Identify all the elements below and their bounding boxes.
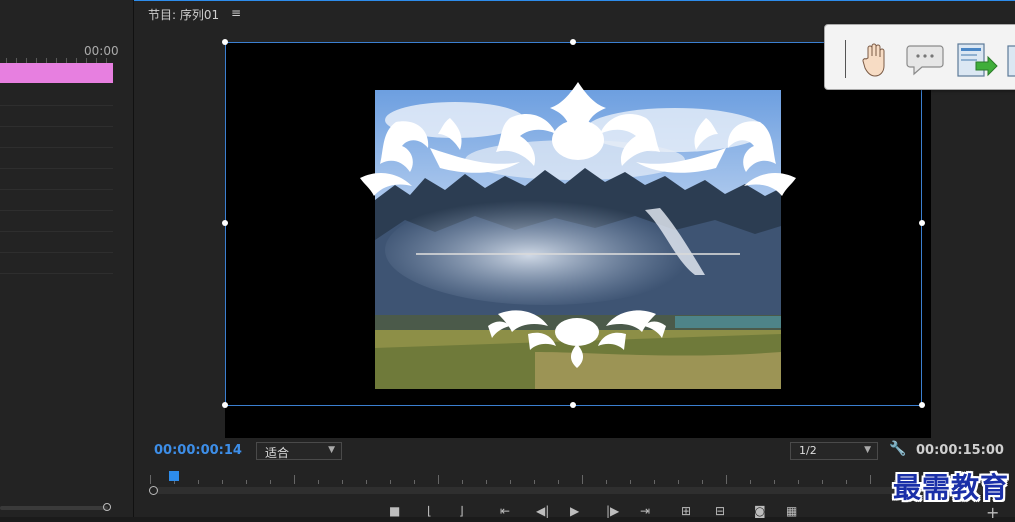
track-divider — [0, 105, 113, 106]
resize-handle-left[interactable] — [222, 220, 228, 226]
hand-icon[interactable] — [862, 42, 888, 78]
track-divider — [0, 273, 113, 274]
ruler-tick — [150, 475, 151, 484]
mark-out-icon[interactable]: ⌋ — [459, 504, 464, 518]
playback-resolution-value: 1/2 — [799, 444, 817, 457]
track-divider — [0, 252, 113, 253]
export-icon[interactable] — [956, 42, 998, 78]
ruler-tick — [486, 480, 487, 484]
ruler-tick — [798, 480, 799, 484]
sequence-duration: 00:00:15:00 — [916, 443, 1004, 458]
ruler-tick — [750, 480, 751, 484]
timeline-scrollbar[interactable] — [0, 506, 108, 510]
timeline-scroll-handle[interactable] — [103, 503, 111, 511]
go-to-out-icon[interactable]: ⇥ — [640, 504, 650, 518]
watermark-logo: 最需教育 — [893, 471, 1010, 504]
timeline-clip[interactable] — [0, 63, 113, 83]
compare-icon[interactable]: ▦ — [786, 504, 797, 518]
ruler-tick — [246, 480, 247, 484]
wrench-icon[interactable]: 🔧 — [889, 441, 906, 457]
resize-handle-bottom-right[interactable] — [919, 402, 925, 408]
chevron-down-icon: ▼ — [864, 445, 871, 455]
timeline-time-label: 00:00 — [84, 44, 119, 58]
ruler-tick — [510, 480, 511, 484]
ruler-tick — [222, 480, 223, 484]
ruler-tick — [702, 480, 703, 484]
ruler-tick — [414, 480, 415, 484]
zoom-fit-value: 适合 — [265, 446, 290, 460]
resize-handle-top-left[interactable] — [222, 39, 228, 45]
track-divider — [0, 189, 113, 190]
ruler-tick — [366, 480, 367, 484]
ruler-tick — [678, 480, 679, 484]
resize-handle-top[interactable] — [570, 39, 576, 45]
track-divider — [0, 168, 113, 169]
insert-icon[interactable]: ⊞ — [681, 504, 691, 518]
resize-handle-bottom[interactable] — [570, 402, 576, 408]
panel-menu-icon[interactable]: ≡ — [231, 6, 241, 20]
export-frame-icon[interactable]: ◙ — [754, 504, 766, 518]
ruler-tick — [654, 480, 655, 484]
chevron-down-icon: ▼ — [328, 445, 335, 455]
ruler-tick — [294, 475, 295, 484]
stop-icon[interactable]: ■ — [389, 504, 400, 518]
ruler-tick — [198, 480, 199, 484]
resize-handle-bottom-left[interactable] — [222, 402, 228, 408]
ruler-tick — [390, 480, 391, 484]
zoom-fit-select[interactable]: 适合 ▼ — [256, 442, 342, 460]
ruler-tick — [438, 475, 439, 484]
mark-in-icon[interactable]: ⌊ — [427, 504, 432, 518]
resize-handle-right[interactable] — [919, 220, 925, 226]
ruler-tick — [606, 480, 607, 484]
ruler-tick — [630, 480, 631, 484]
overwrite-icon[interactable]: ⊟ — [715, 504, 725, 518]
ruler-tick — [534, 480, 535, 484]
track-divider — [0, 147, 113, 148]
comment-icon[interactable] — [906, 44, 944, 76]
panel-title[interactable]: 节目: 序列01 — [148, 6, 219, 23]
playhead[interactable] — [168, 471, 179, 481]
track-divider — [0, 126, 113, 127]
ruler-tick — [846, 480, 847, 484]
step-back-icon[interactable]: ◀| — [536, 504, 549, 518]
step-forward-icon[interactable]: |▶ — [606, 504, 619, 518]
ruler-tick — [342, 480, 343, 484]
ruler-tick — [558, 480, 559, 484]
ruler-tick — [462, 480, 463, 484]
current-timecode[interactable]: 00:00:00:14 — [154, 443, 242, 458]
go-to-in-icon[interactable]: ⇤ — [500, 504, 510, 518]
play-icon[interactable]: ▶ — [570, 504, 579, 518]
monitor-time-ruler[interactable] — [148, 470, 1004, 484]
ruler-tick — [822, 480, 823, 484]
ruler-tick — [726, 475, 727, 484]
ruler-tick — [774, 480, 775, 484]
ruler-tick — [582, 475, 583, 484]
selection-bounding-box[interactable] — [225, 42, 922, 406]
ruler-tick — [870, 475, 871, 484]
page-icon[interactable] — [1006, 44, 1015, 78]
scroll-handle-left[interactable] — [149, 486, 158, 495]
track-divider — [0, 231, 113, 232]
monitor-zoom-scrollbar[interactable] — [156, 487, 1006, 494]
ruler-tick — [318, 480, 319, 484]
toolbar-separator — [845, 40, 846, 78]
track-divider — [0, 210, 113, 211]
playback-resolution-select[interactable]: 1/2 ▼ — [790, 442, 878, 460]
ruler-tick — [270, 480, 271, 484]
